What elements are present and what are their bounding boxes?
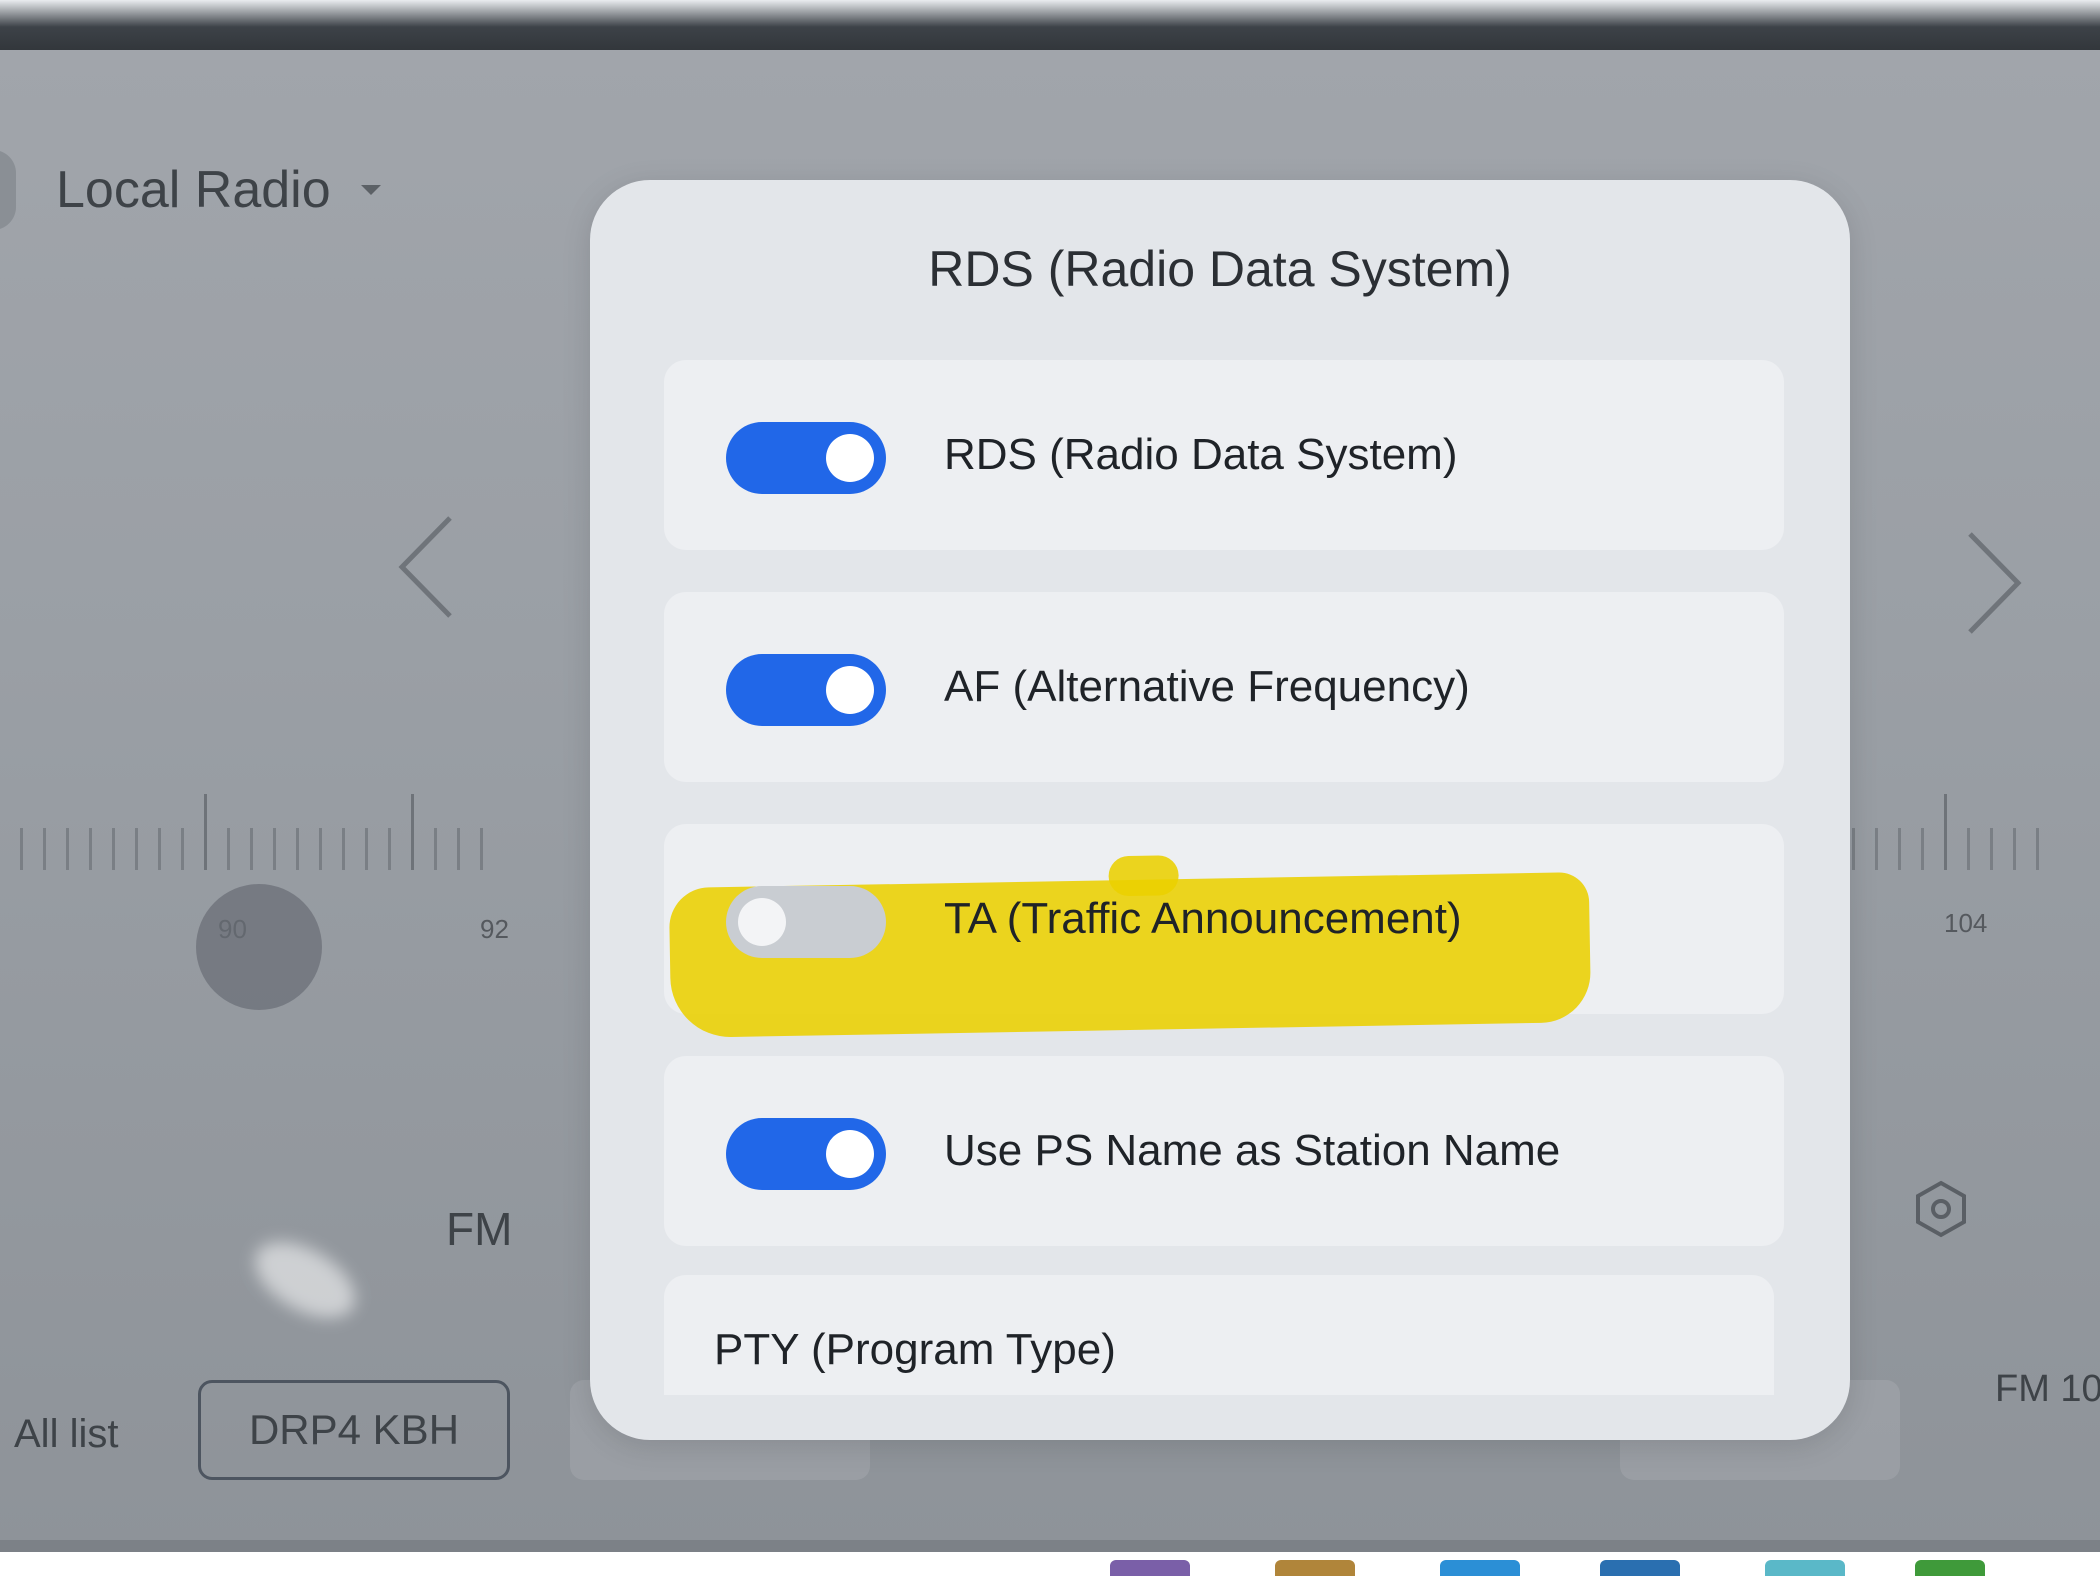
toggle-knob <box>738 898 786 946</box>
ps-name-toggle[interactable] <box>726 1118 886 1190</box>
ta-toggle[interactable] <box>726 886 886 958</box>
option-label-ps-name: Use PS Name as Station Name <box>944 1126 1561 1175</box>
scale-tick <box>1898 828 1901 870</box>
scale-tick <box>2013 828 2016 870</box>
scale-tick <box>227 828 230 870</box>
dock-app-icon[interactable] <box>1765 1560 1845 1576</box>
scale-tick <box>2036 828 2039 870</box>
dock-app-icon[interactable] <box>1915 1560 1985 1576</box>
chevron-down-icon <box>360 185 381 195</box>
scale-tick <box>457 828 460 870</box>
option-row-ta[interactable]: TA (Traffic Announcement) <box>664 824 1784 1039</box>
scale-tick <box>89 828 92 870</box>
scale-tick <box>1852 828 1855 870</box>
scale-label-104: 104 <box>1944 908 1988 938</box>
scale-tick <box>1967 828 1970 870</box>
touch-indicator <box>196 884 322 1010</box>
scale-tick-major <box>411 794 414 870</box>
toggle-knob <box>826 1130 874 1178</box>
scale-tick <box>1875 828 1878 870</box>
frequency-scale-left[interactable] <box>20 790 483 870</box>
option-row-rds[interactable]: RDS (Radio Data System) <box>664 360 1784 550</box>
option-label-af: AF (Alternative Frequency) <box>944 662 1470 711</box>
dialog-title: RDS (Radio Data System) <box>928 241 1512 297</box>
dock-app-icon[interactable] <box>1440 1560 1520 1576</box>
scale-tick <box>250 828 253 870</box>
rds-settings-dialog: RDS (Radio Data System) RDS (Radio Data … <box>590 180 1850 1440</box>
option-label-ta: TA (Traffic Announcement) <box>944 894 1462 943</box>
band-label: FM <box>446 1203 513 1255</box>
frequency-scale-right[interactable] <box>1852 790 2039 870</box>
option-row-af[interactable]: AF (Alternative Frequency) <box>664 592 1784 782</box>
toggle-knob <box>826 666 874 714</box>
chevron-left-icon[interactable] <box>392 512 462 622</box>
source-selector[interactable]: Local Radio <box>56 160 381 220</box>
chevron-right-icon[interactable] <box>1960 528 2030 638</box>
scale-tick <box>342 828 345 870</box>
scale-tick <box>66 828 69 870</box>
dock-app-icon[interactable] <box>1110 1560 1190 1576</box>
scale-tick <box>434 828 437 870</box>
scale-tick <box>480 828 483 870</box>
scale-tick <box>296 828 299 870</box>
scale-label-92: 92 <box>480 914 509 944</box>
option-label-rds: RDS (Radio Data System) <box>944 430 1458 479</box>
all-list-button[interactable]: All list <box>14 1412 118 1457</box>
scale-tick <box>388 828 391 870</box>
scale-tick-major <box>204 794 207 870</box>
scale-tick <box>1921 828 1924 870</box>
scale-tick-major <box>1944 794 1947 870</box>
station-chip-current[interactable]: DRP4 KBH <box>198 1380 510 1480</box>
scale-tick <box>112 828 115 870</box>
scale-tick <box>135 828 138 870</box>
station-frequency-partial[interactable]: FM 10 <box>1995 1368 2100 1411</box>
dock-app-icon[interactable] <box>1275 1560 1355 1576</box>
settings-icon[interactable] <box>1912 1180 1970 1238</box>
toggle-knob <box>826 434 874 482</box>
scale-tick <box>319 828 322 870</box>
rds-toggle[interactable] <box>726 422 886 494</box>
scale-tick <box>158 828 161 870</box>
af-toggle[interactable] <box>726 654 886 726</box>
scale-tick <box>181 828 184 870</box>
scale-tick <box>1990 828 1993 870</box>
scale-tick <box>20 828 23 870</box>
scale-tick <box>273 828 276 870</box>
option-label-pty: PTY (Program Type) <box>714 1325 1116 1374</box>
option-row-ps-name[interactable]: Use PS Name as Station Name <box>664 1056 1784 1246</box>
dock-app-icon[interactable] <box>1600 1560 1680 1576</box>
scale-tick <box>365 828 368 870</box>
source-title-label: Local Radio <box>56 161 331 219</box>
option-row-pty[interactable]: PTY (Program Type) <box>664 1275 1774 1395</box>
station-chip-label: DRP4 KBH <box>248 1406 460 1453</box>
scale-tick <box>43 828 46 870</box>
